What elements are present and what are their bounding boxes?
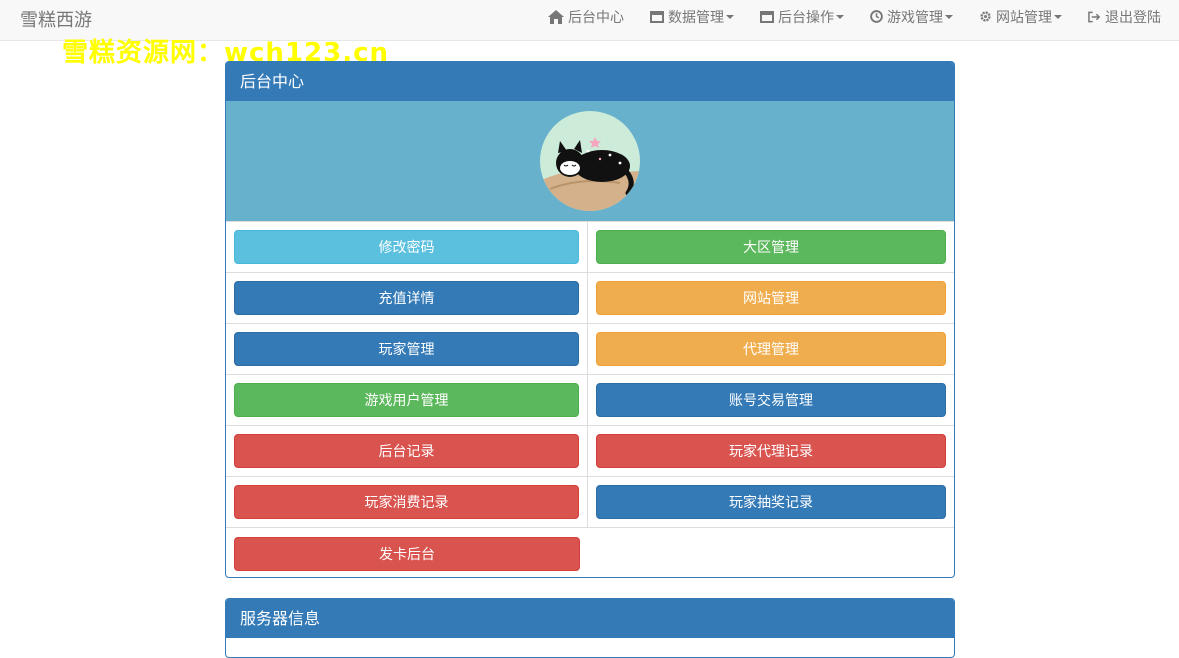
card-issuing-backend-button[interactable]: 发卡后台 xyxy=(234,536,580,571)
nav-item-label: 后台操作 xyxy=(778,9,834,26)
backend-log-button[interactable]: 后台记录 xyxy=(234,434,579,468)
action-button-grid: 修改密码 大区管理 充值详情 网站管理 玩家管理 代理管理 游戏用户管理 账号交… xyxy=(226,222,954,577)
agent-management-button[interactable]: 代理管理 xyxy=(596,332,946,366)
player-lottery-log-button[interactable]: 玩家抽奖记录 xyxy=(596,485,946,519)
nav-item-data-management[interactable]: 数据管理 xyxy=(650,7,734,27)
grid-cell: 代理管理 xyxy=(588,324,954,375)
caret-down-icon xyxy=(726,14,734,19)
gear-icon xyxy=(980,11,991,22)
nav-item-label: 网站管理 xyxy=(996,9,1052,26)
grid-cell: 修改密码 xyxy=(226,222,588,273)
grid-cell: 玩家消费记录 xyxy=(226,477,588,528)
avatar-banner xyxy=(226,101,954,222)
caret-down-icon xyxy=(836,14,844,19)
grid-cell: 充值详情 xyxy=(226,273,588,324)
panel-title: 后台中心 xyxy=(226,62,954,101)
grid-cell: 账号交易管理 xyxy=(588,375,954,426)
grid-cell: 发卡后台 xyxy=(226,528,588,577)
grid-cell: 玩家代理记录 xyxy=(588,426,954,477)
nav-item-backend-ops[interactable]: 后台操作 xyxy=(760,7,844,27)
game-user-management-button[interactable]: 游戏用户管理 xyxy=(234,383,579,417)
logout-icon xyxy=(1088,11,1101,22)
navbar-brand[interactable]: 雪糕西游 xyxy=(20,6,92,32)
player-management-button[interactable]: 玩家管理 xyxy=(234,332,579,366)
grid-cell: 后台记录 xyxy=(226,426,588,477)
nav-item-site-management[interactable]: 网站管理 xyxy=(979,7,1062,27)
caret-down-icon xyxy=(1054,14,1062,19)
grid-cell: 玩家管理 xyxy=(226,324,588,375)
clock-icon xyxy=(870,10,883,23)
grid-cell: 大区管理 xyxy=(588,222,954,273)
nav-menu: 后台中心 数据管理 后台操作 游戏管理 网站管理 退出登陆 xyxy=(522,0,1161,33)
recharge-details-button[interactable]: 充值详情 xyxy=(234,281,579,315)
player-spending-log-button[interactable]: 玩家消费记录 xyxy=(234,485,579,519)
panel-title: 服务器信息 xyxy=(226,599,954,638)
sleeping-cat-image xyxy=(540,111,640,211)
nav-item-label: 游戏管理 xyxy=(887,9,943,26)
grid-cell-empty xyxy=(588,528,954,577)
nav-item-label: 后台中心 xyxy=(568,9,624,26)
account-trade-management-button[interactable]: 账号交易管理 xyxy=(596,383,946,417)
server-info-panel: 服务器信息 xyxy=(225,598,955,658)
nav-item-logout[interactable]: 退出登陆 xyxy=(1088,7,1161,27)
home-icon xyxy=(548,9,564,24)
player-agent-log-button[interactable]: 玩家代理记录 xyxy=(596,434,946,468)
admin-center-panel: 后台中心 修改密码 大区管理 充值详情 网站管理 玩家管理 代理管理 游戏用户管… xyxy=(225,61,955,578)
caret-down-icon xyxy=(945,14,953,19)
nav-item-label: 数据管理 xyxy=(668,9,724,26)
window-icon xyxy=(760,10,774,23)
change-password-button[interactable]: 修改密码 xyxy=(234,230,579,264)
nav-item-label: 退出登陆 xyxy=(1105,9,1161,26)
nav-item-dashboard[interactable]: 后台中心 xyxy=(548,7,624,27)
avatar xyxy=(540,111,640,211)
grid-cell: 网站管理 xyxy=(588,273,954,324)
nav-item-game-management[interactable]: 游戏管理 xyxy=(870,7,953,27)
window-icon xyxy=(650,10,664,23)
grid-cell: 游戏用户管理 xyxy=(226,375,588,426)
site-management-button[interactable]: 网站管理 xyxy=(596,281,946,315)
region-management-button[interactable]: 大区管理 xyxy=(596,230,946,264)
grid-cell: 玩家抽奖记录 xyxy=(588,477,954,528)
